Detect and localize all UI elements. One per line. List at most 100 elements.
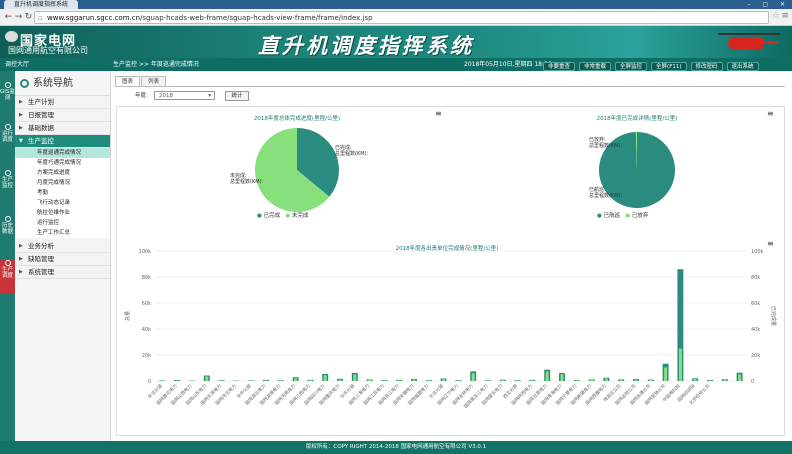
sidebar-group-plan[interactable]: ▶ 生产计划 [15, 96, 110, 109]
logout-button[interactable]: 退出系统 [726, 62, 759, 71]
rail-item-gis[interactable]: GIS监测 [0, 81, 15, 101]
bar-completed [560, 374, 564, 381]
rail-item-production[interactable]: 生产调度 [0, 259, 15, 293]
sidebar: 系统导航 ▶ 生产计划 ▶ 日报管理 ▶ 基础数据 ▼ 生产监控 年度巡通完成情况 年度… [15, 71, 111, 441]
sidebar-group-analysis[interactable]: ▶ 业务分析 [15, 240, 110, 253]
bar-completed [264, 380, 268, 381]
bar-completed [604, 378, 608, 381]
page-icon: ▫ [38, 14, 43, 22]
window-controls[interactable]: – ▢ ✕ [747, 0, 790, 9]
bar-completed [708, 380, 712, 381]
production-icon [4, 260, 11, 266]
helicopter-icon [718, 30, 780, 52]
monitor-icon [4, 170, 11, 176]
bar-completed [664, 367, 668, 381]
reload-icon[interactable]: ↻ [23, 12, 34, 23]
rail-item-monitor[interactable]: 生产监控 [0, 169, 15, 189]
fullscreen-button[interactable]: 全屏(F11) [651, 62, 687, 71]
bookmark-star-icon[interactable]: ☆ [772, 11, 780, 21]
legend-label-abandoned: 已放弃 [631, 213, 649, 219]
system-title: 直升机调度指挥系统 [258, 34, 474, 58]
pie2-menu-icon[interactable]: ≡ [767, 110, 774, 118]
bar-completed [427, 380, 431, 381]
bar-completed [723, 379, 727, 381]
nav-icon [20, 79, 29, 88]
bar-completed [619, 379, 623, 381]
url-input[interactable]: ▫ www.sggarun.sgcc.com.cn/sguap-hcads-we… [34, 11, 769, 24]
change-password-button[interactable]: 修改密码 [690, 62, 723, 71]
legend-dot-patrolled[interactable]: ● [597, 213, 602, 219]
sidebar-item-maintenance[interactable]: 航拉位维作业 [15, 208, 110, 218]
bar-completed [294, 378, 298, 381]
legend-dot-undone[interactable]: ● [285, 213, 290, 219]
tab-list[interactable]: 列表 [141, 76, 167, 86]
sidebar-group-monitor[interactable]: ▼ 生产监控 [15, 135, 110, 148]
chevron-right-icon: ▶ [19, 112, 23, 118]
left-rail: GIS监测 运行调度 生产监控 历史数据 生产调度 [0, 71, 15, 441]
sidebar-item-work-summary[interactable]: 生产工作汇总 [15, 228, 110, 238]
top-button-1[interactable]: 非常重载 [579, 62, 612, 71]
bar-completed [486, 380, 490, 381]
history-icon [4, 216, 11, 222]
legend-label-undone: 未完成 [291, 213, 309, 219]
bar-completed [205, 376, 209, 381]
chevron-right-icon: ▶ [19, 99, 23, 105]
legend-dot-done[interactable]: ● [257, 213, 262, 219]
url-host: www.sggarun.sgcc.com.cn [47, 14, 141, 22]
bar-y2label: 已完成量 [770, 306, 777, 326]
legend-dot-abandoned[interactable]: ● [625, 213, 630, 219]
sidebar-item-annual-patrol[interactable]: 年度巡通完成情况 [15, 148, 110, 158]
pie2-svg [599, 132, 675, 208]
pie1-menu-icon[interactable]: ≡ [435, 110, 442, 118]
legend-label-done: 已完成 [263, 213, 281, 219]
bar-y2tick-label: 100k [751, 249, 764, 255]
chevron-right-icon: ▶ [19, 125, 23, 131]
top-button-0[interactable]: 非要重查 [543, 62, 576, 71]
tab-divider [115, 86, 785, 87]
bar-completed [693, 378, 697, 381]
sidebar-group-defects[interactable]: ▶ 缺陷管理 [15, 253, 110, 266]
bar-ytick-label: 20k [142, 353, 151, 359]
breadcrumb: 生产监控 >> 年度巡通完成情况 [113, 61, 199, 68]
bar-completed [590, 379, 594, 381]
bar-completed [516, 380, 520, 381]
browser-titlebar: 直升机调度指挥系统 – ▢ ✕ [0, 0, 792, 9]
bar-completed [412, 379, 416, 381]
sidebar-group-daily[interactable]: ▶ 日报管理 [15, 109, 110, 122]
bar-completed [353, 374, 357, 381]
bar-completed [530, 380, 534, 381]
browser-menu-icon[interactable]: ≡ [781, 11, 789, 21]
rail-item-dispatch[interactable]: 运行调度 [0, 123, 15, 143]
bar-completed [649, 380, 653, 381]
sidebar-item-monthly[interactable]: 月度完成情况 [15, 178, 110, 188]
sidebar-item-attendance[interactable]: 考勤 [15, 188, 110, 198]
bar-completed [738, 374, 742, 381]
bar-completed [501, 380, 505, 381]
chart-panel: 2018年度总体完成进度(里程/公里) ≡ 已完成: 总里程数(KM)： 未完成:… [116, 106, 785, 436]
bar-completed [279, 380, 283, 381]
sidebar-group-basedata[interactable]: ▶ 基础数据 [15, 122, 110, 135]
year-select[interactable]: 2018 ▾ [154, 91, 215, 100]
pie2-label-done: 已航巡: 总里程数(KM)： [589, 187, 626, 199]
top-buttons: 非要重查 非常重载 全屏监控 全屏(F11) 修改密码 退出系统 [543, 60, 763, 71]
app-banner: 国家电网 国网通用航空有限公司 直升机调度指挥系统 [0, 26, 792, 58]
bar-completed [634, 379, 638, 381]
bar-completed [382, 380, 386, 381]
rail-item-history[interactable]: 历史数据 [0, 215, 15, 235]
bar-y2tick-label: 80k [751, 275, 760, 281]
sidebar-item-annual-done[interactable]: 年度巧通完成情况 [15, 158, 110, 168]
stat-button[interactable]: 统计 [225, 91, 249, 101]
bar-y2tick-label: 40k [751, 327, 760, 333]
bar-completed [368, 379, 372, 381]
dispatch-icon [4, 124, 11, 130]
tab-chart[interactable]: 图表 [115, 76, 141, 86]
sidebar-group-system[interactable]: ▶ 系统管理 [15, 266, 110, 279]
bar-completed [456, 380, 460, 381]
main-content: 图表 列表 年度: 2018 ▾ 统计 2018年度总体完成进度(里程/公里) ≡ … [111, 71, 792, 441]
sidebar-item-flight-log[interactable]: 飞行动态记录 [15, 198, 110, 208]
bar-ytick-label: 80k [142, 275, 151, 281]
sidebar-item-ops-monitor[interactable]: 运行监控 [15, 218, 110, 228]
browser-tab[interactable]: 直升机调度指挥系统 [4, 0, 79, 9]
sidebar-item-plan-progress[interactable]: 方案完成进度 [15, 168, 110, 178]
top-button-2[interactable]: 全屏监控 [615, 62, 648, 71]
